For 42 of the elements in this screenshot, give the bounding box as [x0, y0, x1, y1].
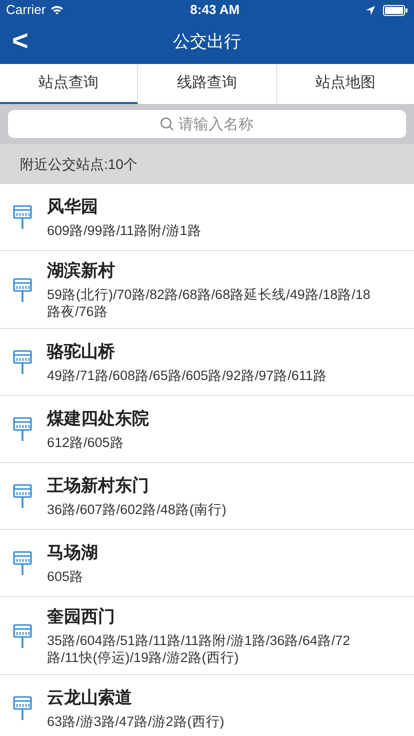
status-time: 8:43 AM	[190, 1, 240, 20]
route-list: 605路	[47, 568, 380, 585]
page-title: 公交出行	[173, 31, 241, 54]
stop-name: 王场新村东门	[47, 475, 150, 497]
bus-stop-icon	[13, 551, 32, 575]
route-list: 49路/71路/608路/65路/605路/92路/97路/611路	[47, 367, 380, 384]
battery-icon	[382, 4, 408, 16]
stop-row[interactable]: 湖滨新村 59路(北行)/70路/82路/68路/68路延长线/49路/18路/18路夜/76路	[0, 251, 414, 329]
stop-name: 骆驼山桥	[47, 341, 116, 363]
stop-row[interactable]: 云龙山索道 63路/游3路/47路/游2路(西行)	[0, 675, 414, 736]
wifi-icon	[50, 5, 64, 15]
stop-row[interactable]: 煤建四处东院 612路/605路	[0, 396, 414, 463]
stop-name: 马场湖	[47, 542, 99, 564]
stop-row[interactable]: 风华园 609路/99路/11路附/游1路	[0, 184, 414, 251]
stop-row[interactable]: 王场新村东门 36路/607路/602路/48路(南行)	[0, 463, 414, 530]
stop-row[interactable]: 奎园西门 35路/604路/51路/11路/11路附/游1路/36路/64路/72路/11快(停运)/19路/游2路(西行)	[0, 597, 414, 675]
bus-stop-icon	[13, 278, 32, 302]
stop-name: 奎园西门	[47, 606, 116, 628]
bus-stop-icon	[13, 350, 32, 374]
route-list: 35路/604路/51路/11路/11路附/游1路/36路/64路/72路/11快(停运)/19路/游2路(西行)	[47, 632, 380, 666]
bus-stop-icon	[13, 205, 32, 229]
route-list: 63路/游3路/47路/游2路(西行)	[47, 713, 380, 730]
stop-name: 湖滨新村	[47, 260, 116, 282]
section-header: 附近公交站点:10个	[0, 144, 414, 184]
route-list: 609路/99路/11路附/游1路	[47, 222, 380, 239]
tab[interactable]: 站点查询	[0, 64, 138, 104]
back-button[interactable]: <	[6, 24, 34, 58]
route-list: 59路(北行)/70路/82路/68路/68路延长线/49路/18路/18路夜/76路	[47, 286, 380, 320]
route-list: 36路/607路/602路/48路(南行)	[47, 501, 380, 518]
carrier-name: Carrier	[6, 1, 46, 20]
bus-stop-icon	[13, 696, 32, 720]
route-list: 612路/605路	[47, 434, 380, 451]
bus-stop-icon	[13, 417, 32, 441]
stop-name: 煤建四处东院	[47, 408, 150, 430]
stop-name: 云龙山索道	[47, 687, 133, 709]
stop-name: 风华园	[47, 196, 99, 218]
search-field[interactable]: 请输入名称	[8, 110, 406, 138]
bus-stop-icon	[13, 484, 32, 508]
stop-row[interactable]: 马场湖 605路	[0, 530, 414, 597]
bus-stop-icon	[13, 624, 32, 648]
location-arrow-icon	[366, 6, 375, 14]
stop-row[interactable]: 骆驼山桥 49路/71路/608路/65路/605路/92路/97路/611路	[0, 329, 414, 396]
